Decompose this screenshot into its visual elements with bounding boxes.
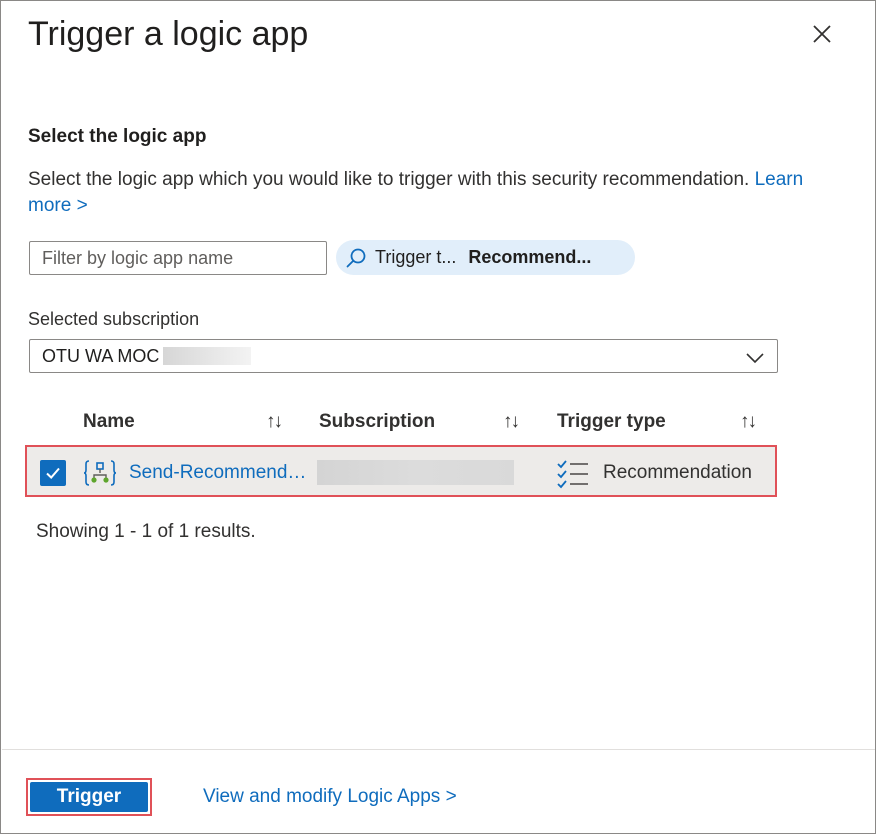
sort-icon[interactable]: ↑↓ (740, 411, 757, 433)
chevron-down-icon (745, 349, 765, 370)
subscription-selected: OTU WA MOC (42, 345, 160, 366)
panel-title: Trigger a logic app (28, 15, 309, 53)
section-title: Select the logic app (28, 126, 207, 147)
subscription-dropdown[interactable]: OTU WA MOC (29, 339, 778, 373)
column-header-trigger-type[interactable]: Trigger type (557, 411, 666, 433)
redacted-text (163, 347, 252, 365)
column-header-subscription[interactable]: Subscription (319, 411, 435, 433)
sort-icon[interactable]: ↑↓ (503, 411, 520, 433)
sort-icon[interactable]: ↑↓ (266, 411, 283, 433)
close-icon[interactable] (807, 19, 837, 49)
logic-app-name-link[interactable]: Send-Recommendation (129, 462, 307, 484)
redacted-subscription (317, 460, 514, 485)
checkmark-icon (46, 467, 60, 479)
trigger-type-filter-pill[interactable]: Trigger t... Recommend... (336, 240, 635, 275)
subscription-label: Selected subscription (28, 309, 200, 329)
trigger-button[interactable]: Trigger (30, 782, 148, 812)
trigger-button-highlight: Trigger (26, 778, 152, 816)
search-icon (345, 247, 367, 269)
trigger-type-cell: Recommendation (603, 462, 752, 483)
column-header-name[interactable]: Name (83, 411, 135, 433)
row-checkbox[interactable] (40, 460, 66, 486)
checklist-icon (556, 459, 590, 494)
results-count: Showing 1 - 1 of 1 results. (36, 521, 256, 542)
trigger-logic-app-panel: Trigger a logic app Select the logic app… (0, 0, 876, 834)
section-description: Select the logic app which you would lik… (28, 167, 848, 219)
pill-value: Recommend... (468, 247, 592, 267)
pill-label: Trigger t... (375, 247, 457, 267)
view-modify-logic-apps-link[interactable]: View and modify Logic Apps > (203, 786, 457, 808)
description-text: Select the logic app which you would lik… (28, 169, 750, 190)
footer-divider (2, 749, 875, 750)
filter-input[interactable] (29, 241, 327, 275)
logic-app-icon (83, 459, 117, 492)
